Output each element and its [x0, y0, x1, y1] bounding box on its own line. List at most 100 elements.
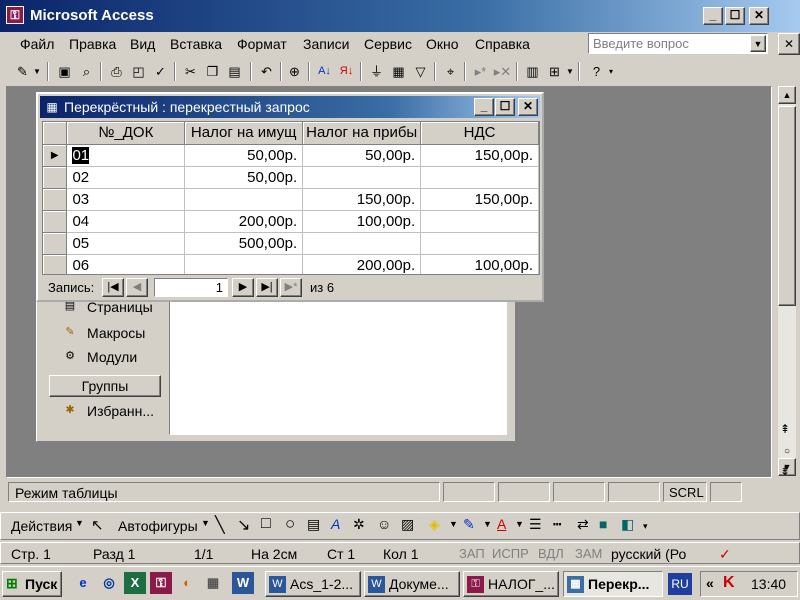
- taskbar-task-active[interactable]: ▦ Перекр...: [563, 571, 663, 597]
- corner-cell[interactable]: [43, 122, 68, 145]
- diagram-icon[interactable]: ✲: [353, 516, 365, 533]
- apply-filter-icon[interactable]: ▽: [410, 61, 431, 82]
- undo-icon[interactable]: ↶: [256, 61, 277, 82]
- table-cell[interactable]: 500,00р.: [184, 232, 304, 255]
- hyperlink-icon[interactable]: ⊕: [284, 61, 305, 82]
- select-objects-icon[interactable]: ↖: [91, 516, 104, 534]
- search-icon[interactable]: ⌕: [76, 61, 97, 82]
- table-cell[interactable]: 05: [66, 232, 186, 255]
- table-cell[interactable]: [420, 210, 539, 233]
- column-header[interactable]: Налог на имущ: [184, 122, 304, 145]
- font-color-icon[interactable]: A: [497, 516, 506, 532]
- arrow-style-icon[interactable]: ⇄: [577, 516, 589, 533]
- ovr-indicator[interactable]: ЗАМ: [575, 546, 602, 561]
- previous-record-icon[interactable]: ◀: [126, 278, 148, 297]
- chevron-down-icon[interactable]: ▼: [483, 519, 492, 529]
- rectangle-icon[interactable]: □: [261, 515, 271, 533]
- close-button[interactable]: ✕: [749, 7, 769, 25]
- text-box-icon[interactable]: ▤: [307, 516, 320, 533]
- print-icon[interactable]: ⎙: [106, 61, 127, 82]
- record-number-field[interactable]: 1: [154, 278, 228, 297]
- ask-question-box[interactable]: Введите вопрос ▼: [588, 33, 768, 54]
- arrow-icon[interactable]: ↘: [237, 515, 250, 535]
- table-cell[interactable]: 50,00р.: [184, 144, 304, 167]
- close-document-button[interactable]: ✕: [778, 33, 800, 55]
- print-preview-icon[interactable]: ◰: [128, 61, 149, 82]
- maximize-button[interactable]: ☐: [725, 7, 745, 25]
- expand-tray-icon[interactable]: «: [706, 575, 714, 591]
- table-cell[interactable]: 100,00р.: [302, 210, 422, 233]
- record-selector[interactable]: [43, 166, 68, 189]
- dash-style-icon[interactable]: ┅: [553, 516, 561, 533]
- ext-indicator[interactable]: ВДЛ: [538, 546, 564, 561]
- table-cell[interactable]: [420, 232, 539, 255]
- database-window-icon[interactable]: ▥: [522, 61, 543, 82]
- save-icon[interactable]: ▣: [54, 61, 75, 82]
- menu-view[interactable]: Вид: [130, 36, 155, 52]
- table-cell[interactable]: [184, 254, 304, 274]
- table-cell[interactable]: 03: [66, 188, 186, 211]
- menu-records[interactable]: Записи: [303, 36, 349, 52]
- table-cell[interactable]: [302, 166, 422, 189]
- object-item-macros[interactable]: ✎ Макросы: [49, 323, 161, 343]
- object-item-modules[interactable]: ⚙ Модули: [49, 347, 161, 367]
- taskbar-task[interactable]: W Acs_1-2...: [265, 571, 361, 597]
- menu-file[interactable]: Файл: [20, 36, 54, 52]
- table-cell[interactable]: [420, 166, 539, 189]
- record-selector[interactable]: [43, 210, 68, 233]
- table-cell[interactable]: 100,00р.: [420, 254, 539, 274]
- ie-icon[interactable]: e: [72, 572, 94, 594]
- wordart-icon[interactable]: A: [331, 516, 340, 532]
- taskbar-task[interactable]: W Докуме...: [364, 571, 460, 597]
- chevron-down-icon[interactable]: ▾: [606, 61, 616, 82]
- table-cell[interactable]: [302, 232, 422, 255]
- autoshapes-menu[interactable]: Автофигуры: [118, 518, 198, 534]
- view-icon[interactable]: ✎: [12, 61, 33, 82]
- oval-icon[interactable]: ○: [285, 514, 295, 534]
- chevron-down-icon[interactable]: ▼: [201, 518, 210, 528]
- table-cell[interactable]: 50,00р.: [302, 144, 422, 167]
- sort-ascending-icon[interactable]: A↓: [314, 61, 335, 82]
- next-record-icon[interactable]: ▶: [232, 278, 254, 297]
- menu-format[interactable]: Формат: [237, 36, 287, 52]
- chevron-down-icon[interactable]: ▼: [32, 61, 42, 82]
- table-cell[interactable]: 150,00р.: [420, 144, 539, 167]
- vertical-scrollbar[interactable]: ▲ ▼: [778, 86, 796, 476]
- table-cell[interactable]: 200,00р.: [184, 210, 304, 233]
- help-icon[interactable]: ?: [586, 61, 607, 82]
- record-selector[interactable]: ▶: [43, 144, 68, 167]
- column-header[interactable]: №_ДОК: [66, 122, 186, 145]
- start-button[interactable]: ⊞ Пуск: [2, 571, 62, 597]
- last-record-icon[interactable]: ▶|: [256, 278, 278, 297]
- minimize-button[interactable]: _: [474, 98, 494, 116]
- actions-menu[interactable]: Действия: [11, 518, 72, 534]
- line-style-icon[interactable]: ☰: [529, 516, 542, 533]
- fill-color-icon[interactable]: ◈: [429, 516, 440, 533]
- menu-insert[interactable]: Вставка: [170, 36, 222, 52]
- table-cell[interactable]: 06: [66, 254, 186, 274]
- record-selector[interactable]: [43, 232, 68, 255]
- menu-help[interactable]: Справка: [475, 36, 530, 52]
- find-icon[interactable]: ⌖: [440, 61, 461, 82]
- paste-icon[interactable]: ▤: [224, 61, 245, 82]
- outlook-icon[interactable]: ◎: [98, 572, 120, 594]
- chevron-down-icon[interactable]: ▼: [75, 518, 84, 528]
- copy-icon[interactable]: ❐: [202, 61, 223, 82]
- column-header[interactable]: Налог на прибы: [302, 122, 422, 145]
- 3d-icon[interactable]: ◧: [621, 516, 634, 533]
- excel-icon[interactable]: X: [124, 572, 146, 594]
- taskbar-task[interactable]: ⚿ НАЛОГ_...: [463, 571, 559, 597]
- spelling-icon[interactable]: ✓: [150, 61, 171, 82]
- column-header[interactable]: НДС: [420, 122, 539, 145]
- shadow-icon[interactable]: ■: [599, 516, 607, 532]
- table-cell[interactable]: [184, 188, 304, 211]
- antivirus-icon[interactable]: K: [723, 574, 735, 592]
- table-cell[interactable]: 150,00р.: [420, 188, 539, 211]
- powerpoint-icon[interactable]: ◐: [176, 572, 198, 594]
- filter-by-selection-icon[interactable]: ⏚: [366, 61, 387, 82]
- table-cell[interactable]: 04: [66, 210, 186, 233]
- new-record-icon[interactable]: ▶*: [280, 278, 302, 297]
- rec-indicator[interactable]: ЗАП: [459, 546, 485, 561]
- menu-tools[interactable]: Сервис: [364, 36, 412, 52]
- record-selector[interactable]: [43, 254, 68, 274]
